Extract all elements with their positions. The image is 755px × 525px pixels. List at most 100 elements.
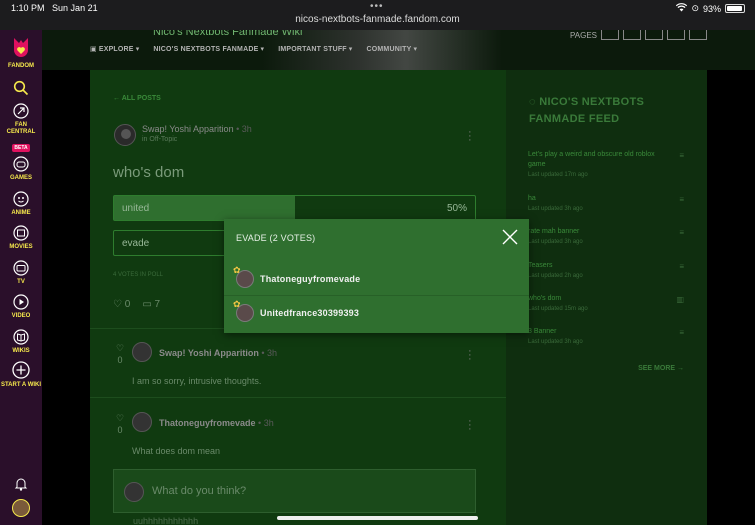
post-more-icon[interactable]: · · · xyxy=(468,127,472,146)
next-reply-preview: uuhhhhhhhhhhh xyxy=(133,516,199,525)
rail-item-fandom[interactable]: FANDOM xyxy=(0,36,42,70)
chevron-down-icon: ▾ xyxy=(135,46,140,53)
wiki-title[interactable]: Nico's Nextbots Fanmade Wiki xyxy=(153,30,302,38)
comment-icon: ◌ xyxy=(529,96,536,108)
heart-icon: ♡ xyxy=(115,413,125,423)
wiki-header: Nico's Nextbots Fanmade Wiki ▣ EXPLORE ▾ N… xyxy=(42,30,755,70)
arrow-right-icon: → xyxy=(677,365,684,372)
comment-icon: ▭ xyxy=(142,299,152,310)
rail-item-start-a-wiki[interactable]: START A WIKI xyxy=(0,361,42,389)
rail-item-search[interactable] xyxy=(0,80,42,96)
voter-row[interactable]: ✿ Unitedfrance30399393 xyxy=(224,296,529,330)
rail-user-avatar[interactable] xyxy=(0,499,42,517)
discussions-button[interactable] xyxy=(623,30,641,40)
avatar xyxy=(12,499,30,517)
pages-label[interactable]: PAGES xyxy=(570,31,597,40)
like-button[interactable]: ♡ 0 xyxy=(113,299,130,310)
chevron-down-icon: ▾ xyxy=(260,46,265,53)
plus-circle-icon xyxy=(12,361,30,379)
rail-notifications[interactable] xyxy=(0,476,42,492)
battery-percent: 93% xyxy=(702,3,721,14)
reply-like-button[interactable]: ♡ 0 xyxy=(113,342,127,366)
avatar[interactable] xyxy=(114,124,136,146)
rail-item-video[interactable]: VIDEO xyxy=(0,294,42,320)
lock-rotation-icon: ⊙ xyxy=(691,3,699,13)
heart-icon: ♡ xyxy=(113,299,122,310)
rail-item-anime[interactable]: ANIME xyxy=(0,191,42,217)
tab-dots-icon[interactable]: ••• xyxy=(370,1,384,12)
post-author[interactable]: Swap! Yoshi Apparition • 3h xyxy=(142,124,252,134)
reply-author[interactable]: Swap! Yoshi Apparition • 3h xyxy=(159,348,277,358)
rail-item-tv[interactable]: TV xyxy=(0,260,42,286)
rocket-icon xyxy=(13,103,29,119)
battery-icon xyxy=(725,4,745,13)
post-category[interactable]: in Off-Topic xyxy=(142,136,252,143)
status-time: 1:10 PM Sun Jan 21 xyxy=(11,3,98,13)
anime-icon xyxy=(13,191,29,207)
rail-item-fan-central[interactable]: FAN CENTRAL BETA xyxy=(0,103,42,154)
chevron-down-button[interactable] xyxy=(645,30,663,40)
feed-item[interactable]: ha Last updated 3h ago ≡ xyxy=(528,194,698,212)
fandom-global-nav: FANDOM FAN CENTRAL BETA GAMES ANIME MOVI… xyxy=(0,30,42,525)
arrow-left-icon: ← xyxy=(113,95,120,102)
rail-item-games[interactable]: GAMES xyxy=(0,156,42,182)
all-posts-link[interactable]: ← ALL POSTS xyxy=(113,95,161,102)
reply-more-icon[interactable]: · · · xyxy=(468,416,472,435)
voter-row[interactable]: ✿ Thatoneguyfromevade xyxy=(224,262,529,296)
flower-badge-icon: ✿ xyxy=(233,299,241,309)
feed-item[interactable]: rate mah banner Last updated 3h ago ≡ xyxy=(528,227,698,245)
reply-text: What does dom mean xyxy=(132,446,221,456)
theme-toggle-button[interactable] xyxy=(667,30,685,40)
feed-title: ◌ NICO'S NEXTBOTS FANMADE FEED xyxy=(529,96,645,125)
rail-item-wikis[interactable]: WIKIS xyxy=(0,329,42,355)
poll-vote-count: 4 VOTES IN POLL xyxy=(113,272,164,278)
poll-option-united[interactable]: united 50% xyxy=(113,195,476,221)
divider xyxy=(90,397,506,398)
address-bar[interactable]: nicos-nextbots-fanmade.fandom.com xyxy=(0,14,755,25)
community-feed: ◌ NICO'S NEXTBOTS FANMADE FEED Let's pla… xyxy=(506,70,707,525)
reply-more-icon[interactable]: · · · xyxy=(468,346,472,365)
video-icon xyxy=(13,294,29,310)
feed-item[interactable]: Teasers Last updated 2h ago ≡ xyxy=(528,261,698,279)
feed-item[interactable]: who's dom Last updated 15m ago ▥ xyxy=(528,294,698,312)
rail-item-movies[interactable]: MOVIES xyxy=(0,225,42,251)
poll-voters-modal: EVADE (2 VOTES) ✿ Thatoneguyfromevade ✿ … xyxy=(224,219,529,333)
nav-nicos-nextbots-fanmade[interactable]: NICO'S NEXTBOTS FANMADE ▾ xyxy=(153,45,265,54)
nav-important-stuff[interactable]: IMPORTANT STUFF ▾ xyxy=(278,45,353,54)
feed-item[interactable]: 3 Banner Last updated 3h ago ≡ xyxy=(528,327,698,345)
fandom-logo xyxy=(14,38,28,57)
nav-explore[interactable]: ▣ EXPLORE ▾ xyxy=(90,45,140,54)
wifi-icon xyxy=(676,3,688,14)
list-icon: ≡ xyxy=(679,195,684,204)
book-icon xyxy=(13,329,29,345)
more-button[interactable] xyxy=(689,30,707,40)
status-bar: 1:10 PM Sun Jan 21 ••• nicos-nextbots-fa… xyxy=(0,0,755,30)
search-button[interactable] xyxy=(601,30,619,40)
reply-author[interactable]: Thatoneguyfromevade • 3h xyxy=(159,418,274,428)
reply-composer[interactable]: What do you think? xyxy=(113,469,476,513)
list-icon: ≡ xyxy=(679,328,684,337)
avatar[interactable] xyxy=(132,342,152,362)
movie-icon xyxy=(13,225,29,241)
nav-community[interactable]: COMMUNITY ▾ xyxy=(367,45,418,54)
wiki-nav: ▣ EXPLORE ▾ NICO'S NEXTBOTS FANMADE ▾ IMPOR… xyxy=(90,45,418,54)
heart-icon: ♡ xyxy=(115,343,125,353)
close-icon[interactable] xyxy=(501,228,519,246)
avatar[interactable] xyxy=(132,412,152,432)
reply-text: I am so sorry, intrusive thoughts. xyxy=(132,376,262,386)
reply-input-placeholder[interactable]: What do you think? xyxy=(152,485,246,497)
home-indicator[interactable] xyxy=(277,516,478,520)
list-icon: ≡ xyxy=(679,151,684,160)
list-icon: ≡ xyxy=(679,262,684,271)
feed-item[interactable]: Let's play a weird and obscure old roblo… xyxy=(528,150,698,178)
comment-button[interactable]: ▭ 7 xyxy=(142,299,160,310)
poll-icon: ▥ xyxy=(676,295,684,304)
reply-like-button[interactable]: ♡ 0 xyxy=(113,412,127,436)
chevron-down-icon: ▾ xyxy=(348,46,353,53)
see-more-link[interactable]: SEE MORE → xyxy=(638,365,684,372)
explore-icon: ▣ xyxy=(90,46,97,53)
bell-icon xyxy=(14,478,28,491)
beta-badge: BETA xyxy=(12,144,30,152)
post-actions: ♡ 0 ▭ 7 xyxy=(113,299,160,310)
status-indicators: ⊙ 93% xyxy=(676,3,745,14)
